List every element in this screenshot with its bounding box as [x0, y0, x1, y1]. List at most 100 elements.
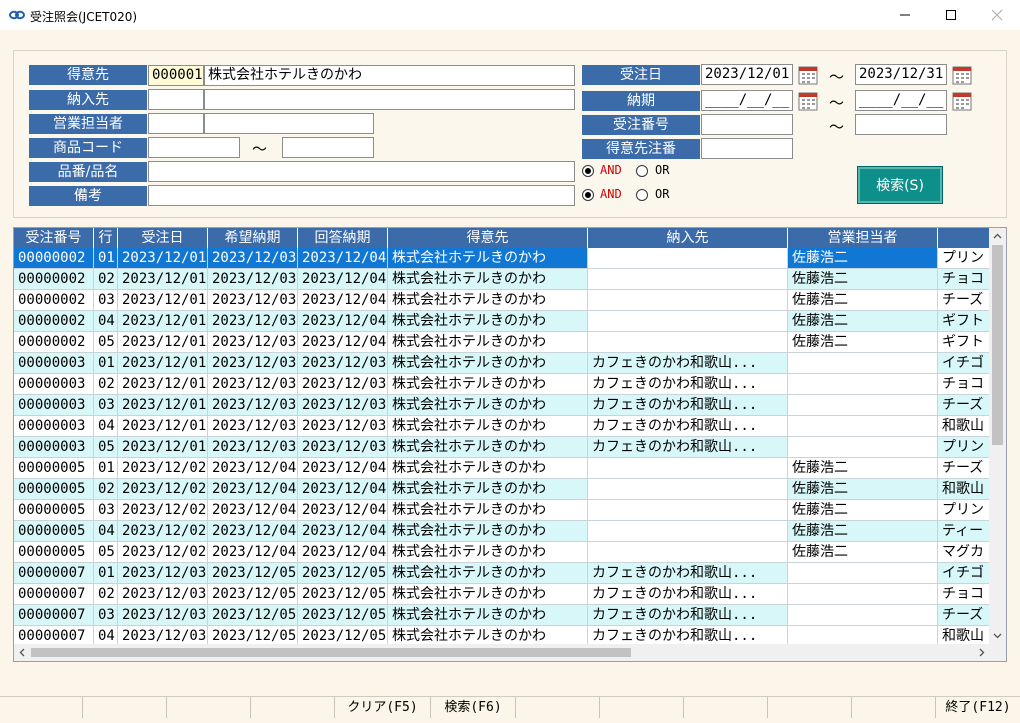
- order-number-to-input[interactable]: [855, 114, 947, 135]
- cell-order-number: 00000002: [14, 269, 94, 290]
- table-row[interactable]: 00000003 01 2023/12/01 2023/12/03 2023/12/03…: [14, 353, 1006, 374]
- remarks-and-radio[interactable]: [582, 189, 594, 201]
- function-key-slot[interactable]: [515, 697, 599, 718]
- customer-order-number-input[interactable]: [701, 138, 793, 159]
- grid-header: 受注番号行受注日 希望納期 回答納期 得意先 納入先 営業担当者: [14, 228, 1006, 248]
- cell-requested-due: 2023/12/04: [208, 479, 298, 500]
- table-row[interactable]: 00000002 05 2023/12/01 2023/12/03 2023/12/04…: [14, 332, 1006, 353]
- clear-f5-button[interactable]: クリア(F5): [334, 697, 430, 718]
- cell-order-date: 2023/12/02: [118, 500, 208, 521]
- remarks-or-label: OR: [655, 187, 670, 201]
- column-header-staff[interactable]: 営業担当者: [788, 228, 938, 248]
- staff-name-input[interactable]: [204, 113, 374, 134]
- function-key-slot[interactable]: [82, 697, 166, 718]
- function-key-slot[interactable]: [683, 697, 767, 718]
- column-header-requested-due[interactable]: 希望納期: [208, 228, 298, 248]
- staff-code-input[interactable]: [148, 113, 204, 134]
- cell-order-number: 00000005: [14, 458, 94, 479]
- cell-staff: 佐藤浩二: [788, 332, 938, 353]
- table-row[interactable]: 00000005 02 2023/12/02 2023/12/04 2023/12/04…: [14, 479, 1006, 500]
- scroll-up-icon[interactable]: [993, 232, 1002, 241]
- table-row[interactable]: 00000002 02 2023/12/01 2023/12/03 2023/12/04…: [14, 269, 1006, 290]
- product-or-radio[interactable]: [636, 165, 648, 177]
- cell-answered-due: 2023/12/03: [298, 437, 388, 458]
- maximize-button[interactable]: [928, 0, 974, 30]
- due-date-from-input[interactable]: ____/__/__: [701, 90, 793, 111]
- cell-answered-due: 2023/12/04: [298, 500, 388, 521]
- column-header-order-number[interactable]: 受注番号: [14, 228, 94, 248]
- cell-requested-due: 2023/12/03: [208, 311, 298, 332]
- calendar-icon[interactable]: [798, 65, 818, 85]
- calendar-icon[interactable]: [952, 65, 972, 85]
- vertical-scroll-thumb[interactable]: [992, 245, 1003, 445]
- vertical-scrollbar[interactable]: [989, 228, 1006, 644]
- table-row[interactable]: 00000007 02 2023/12/03 2023/12/05 2023/12/05…: [14, 584, 1006, 605]
- delivery-code-input[interactable]: [148, 89, 204, 110]
- function-key-slot[interactable]: [767, 697, 851, 718]
- search-f6-button[interactable]: 検索(F6): [430, 697, 515, 718]
- function-key-slot[interactable]: [599, 697, 683, 718]
- order-number-label: 受注番号: [582, 115, 700, 135]
- cell-order-date: 2023/12/01: [118, 269, 208, 290]
- column-header-customer[interactable]: 得意先: [388, 228, 588, 248]
- order-number-from-input[interactable]: [701, 114, 793, 135]
- table-row[interactable]: 00000005 04 2023/12/02 2023/12/04 2023/12/04…: [14, 521, 1006, 542]
- order-date-to-input[interactable]: 2023/12/31: [855, 64, 947, 85]
- column-header-answered-due[interactable]: 回答納期: [298, 228, 388, 248]
- function-key-slot[interactable]: [851, 697, 935, 718]
- scroll-right-icon[interactable]: [977, 648, 986, 657]
- order-date-from-input[interactable]: 2023/12/01: [701, 64, 793, 85]
- table-row[interactable]: 00000007 01 2023/12/03 2023/12/05 2023/12/05…: [14, 563, 1006, 584]
- horizontal-scroll-thumb[interactable]: [31, 648, 631, 657]
- table-row[interactable]: 00000005 05 2023/12/02 2023/12/04 2023/12/04…: [14, 542, 1006, 563]
- table-row[interactable]: 00000003 02 2023/12/01 2023/12/03 2023/12/03…: [14, 374, 1006, 395]
- cell-delivery: カフェきのかわ和歌山...: [588, 605, 788, 626]
- scroll-down-icon[interactable]: [993, 631, 1002, 640]
- table-row[interactable]: 00000003 04 2023/12/01 2023/12/03 2023/12/03…: [14, 416, 1006, 437]
- table-row[interactable]: 00000002 04 2023/12/01 2023/12/03 2023/12/04…: [14, 311, 1006, 332]
- cell-staff: 佐藤浩二: [788, 521, 938, 542]
- product-name-input[interactable]: [148, 161, 575, 182]
- cell-order-date: 2023/12/01: [118, 248, 208, 269]
- cell-customer: 株式会社ホテルきのかわ: [388, 500, 588, 521]
- table-row[interactable]: 00000005 01 2023/12/02 2023/12/04 2023/12/04…: [14, 458, 1006, 479]
- calendar-icon[interactable]: [952, 91, 972, 111]
- customer-name-input[interactable]: 株式会社ホテルきのかわ: [204, 65, 575, 86]
- function-key-slot[interactable]: [166, 697, 250, 718]
- search-button[interactable]: 検索(S): [857, 166, 943, 204]
- cell-staff: [788, 605, 938, 626]
- cell-line: 03: [94, 605, 118, 626]
- remarks-input[interactable]: [148, 185, 575, 206]
- table-row[interactable]: 00000003 05 2023/12/01 2023/12/03 2023/12/03…: [14, 437, 1006, 458]
- remarks-or-radio[interactable]: [636, 189, 648, 201]
- table-row[interactable]: 00000005 03 2023/12/02 2023/12/04 2023/12/04…: [14, 500, 1006, 521]
- column-header-delivery[interactable]: 納入先: [588, 228, 788, 248]
- product-code-to-input[interactable]: [282, 137, 374, 158]
- product-code-from-input[interactable]: [148, 137, 240, 158]
- table-row[interactable]: 00000007 03 2023/12/03 2023/12/05 2023/12/05…: [14, 605, 1006, 626]
- minimize-button[interactable]: [882, 0, 928, 30]
- cell-order-number: 00000007: [14, 605, 94, 626]
- product-and-radio[interactable]: [582, 165, 594, 177]
- cell-delivery: [588, 542, 788, 563]
- cell-order-number: 00000002: [14, 290, 94, 311]
- scroll-left-icon[interactable]: [18, 648, 27, 657]
- function-key-slot[interactable]: [250, 697, 334, 718]
- function-key-slot[interactable]: [0, 697, 82, 718]
- table-row[interactable]: 00000002 01 2023/12/01 2023/12/03 2023/12/04…: [14, 248, 1006, 269]
- column-header-line[interactable]: 行: [94, 228, 118, 248]
- table-row[interactable]: 00000002 03 2023/12/01 2023/12/03 2023/12/04…: [14, 290, 1006, 311]
- due-date-to-input[interactable]: ____/__/__: [855, 90, 947, 111]
- cell-answered-due: 2023/12/03: [298, 353, 388, 374]
- column-header-order-date[interactable]: 受注日: [118, 228, 208, 248]
- customer-code-input[interactable]: 000001: [148, 65, 204, 86]
- calendar-icon[interactable]: [798, 91, 818, 111]
- delivery-name-input[interactable]: [204, 89, 575, 110]
- product-name-label: 品番/品名: [29, 162, 147, 182]
- cell-customer: 株式会社ホテルきのかわ: [388, 311, 588, 332]
- cell-answered-due: 2023/12/04: [298, 458, 388, 479]
- horizontal-scrollbar[interactable]: [14, 644, 1006, 661]
- exit-f12-button[interactable]: 終了(F12): [935, 697, 1020, 718]
- table-row[interactable]: 00000003 03 2023/12/01 2023/12/03 2023/12/03…: [14, 395, 1006, 416]
- close-button[interactable]: [974, 0, 1020, 30]
